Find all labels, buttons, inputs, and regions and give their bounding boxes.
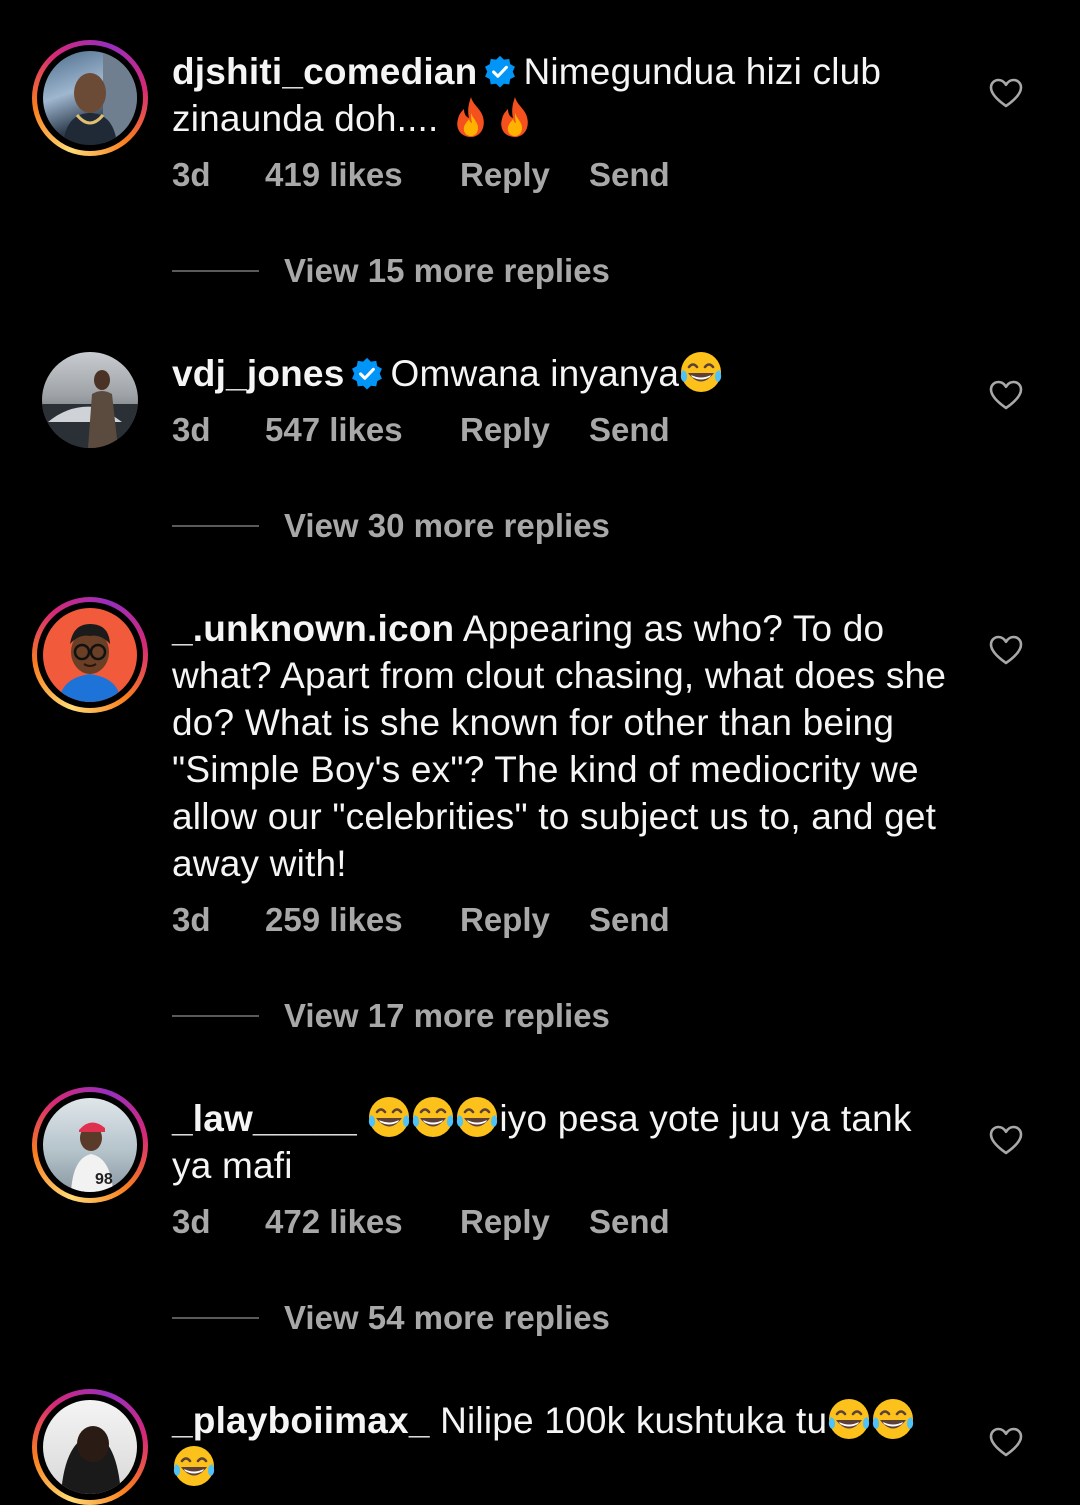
send-button[interactable]: Send bbox=[589, 156, 670, 194]
send-button[interactable]: Send bbox=[589, 411, 670, 449]
comment-meta: 3d 419 likes Reply Send bbox=[172, 156, 947, 194]
like-heart-icon[interactable] bbox=[989, 1125, 1023, 1155]
send-button[interactable]: Send bbox=[589, 901, 670, 939]
laughing-tears-emoji-icon bbox=[827, 1397, 871, 1441]
comment-text: djshiti_comedian Nimegundua hizi club zin… bbox=[172, 48, 947, 142]
comment-time: 3d bbox=[172, 1203, 211, 1240]
comment-text: _playboiimax_ Nilipe 100k kushtuka tu bbox=[172, 1397, 947, 1491]
comment-username[interactable]: _law_____ bbox=[172, 1098, 357, 1139]
comment-text: _law_____ iyo pesa yote juu ya tank ya m… bbox=[172, 1095, 947, 1189]
view-replies-button[interactable]: View 54 more replies bbox=[172, 1299, 610, 1337]
laughing-tears-emoji-icon bbox=[679, 350, 723, 394]
comment-meta: 3d 259 likes Reply Send bbox=[172, 901, 947, 939]
fire-emoji-icon bbox=[449, 95, 493, 139]
comment-username[interactable]: _.unknown.icon bbox=[172, 608, 454, 649]
fire-emoji-icon bbox=[493, 95, 537, 139]
comment-text: _.unknown.icon Appearing as who? To do w… bbox=[172, 605, 947, 887]
divider-line bbox=[172, 270, 259, 272]
reply-button[interactable]: Reply bbox=[460, 156, 589, 194]
comment-likes[interactable]: 547 likes bbox=[265, 411, 460, 449]
like-heart-icon[interactable] bbox=[989, 1427, 1023, 1457]
view-replies-label: View 17 more replies bbox=[284, 997, 610, 1034]
comment-time: 3d bbox=[172, 901, 211, 938]
avatar[interactable] bbox=[32, 342, 148, 458]
view-replies-label: View 54 more replies bbox=[284, 1299, 610, 1336]
comment-likes[interactable]: 259 likes bbox=[265, 901, 460, 939]
comment-meta: 3d 547 likes Reply Send bbox=[172, 411, 947, 449]
laughing-tears-emoji-icon bbox=[172, 1444, 216, 1488]
laughing-tears-emoji-icon bbox=[367, 1095, 411, 1139]
comment-body: Omwana inyanya bbox=[390, 353, 680, 394]
view-replies-label: View 30 more replies bbox=[284, 507, 610, 544]
comment-meta: 3d 472 likes Reply Send bbox=[172, 1203, 947, 1241]
comment-time: 3d bbox=[172, 156, 211, 193]
laughing-tears-emoji-icon bbox=[455, 1095, 499, 1139]
like-heart-icon[interactable] bbox=[989, 380, 1023, 410]
reply-button[interactable]: Reply bbox=[460, 901, 589, 939]
verified-badge-icon bbox=[350, 357, 384, 391]
comment-body: Appearing as who? To do what? Apart from… bbox=[172, 608, 947, 884]
view-replies-button[interactable]: View 17 more replies bbox=[172, 997, 610, 1035]
reply-button[interactable]: Reply bbox=[460, 411, 589, 449]
view-replies-button[interactable]: View 15 more replies bbox=[172, 252, 610, 290]
comment-username[interactable]: _playboiimax_ bbox=[172, 1400, 430, 1441]
laughing-tears-emoji-icon bbox=[871, 1397, 915, 1441]
avatar[interactable] bbox=[32, 40, 148, 156]
like-heart-icon[interactable] bbox=[989, 635, 1023, 665]
view-replies-label: View 15 more replies bbox=[284, 252, 610, 289]
comment-body: Nilipe 100k kushtuka tu bbox=[440, 1400, 828, 1441]
comment-username[interactable]: vdj_jones bbox=[172, 353, 344, 394]
view-replies-button[interactable]: View 30 more replies bbox=[172, 507, 610, 545]
divider-line bbox=[172, 1317, 259, 1319]
laughing-tears-emoji-icon bbox=[411, 1095, 455, 1139]
send-button[interactable]: Send bbox=[589, 1203, 670, 1241]
comment-text: vdj_jones Omwana inyanya bbox=[172, 350, 947, 397]
reply-button[interactable]: Reply bbox=[460, 1203, 589, 1241]
svg-text:98: 98 bbox=[95, 1171, 113, 1188]
comment-time: 3d bbox=[172, 411, 211, 448]
comment-likes[interactable]: 419 likes bbox=[265, 156, 460, 194]
verified-badge-icon bbox=[483, 55, 517, 89]
divider-line bbox=[172, 1015, 259, 1017]
avatar[interactable] bbox=[32, 597, 148, 713]
like-heart-icon[interactable] bbox=[989, 78, 1023, 108]
avatar[interactable]: 98 bbox=[32, 1087, 148, 1203]
divider-line bbox=[172, 525, 259, 527]
comment-likes[interactable]: 472 likes bbox=[265, 1203, 460, 1241]
comment-username[interactable]: djshiti_comedian bbox=[172, 51, 477, 92]
avatar[interactable] bbox=[32, 1389, 148, 1505]
